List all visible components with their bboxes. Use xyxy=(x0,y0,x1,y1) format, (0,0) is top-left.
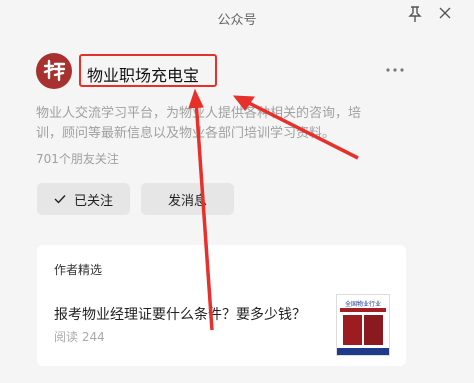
window-title: 公众号 xyxy=(217,13,257,28)
more-icon[interactable] xyxy=(385,66,405,74)
send-message-button[interactable]: 发消息 xyxy=(141,183,234,215)
check-icon xyxy=(54,195,66,204)
article-thumbnail[interactable]: 全国物业行业 xyxy=(336,294,390,356)
account-description: 物业人交流学习平台，为物业人提供各种相关的咨询，培训，顾问等最新信息以及物业各部… xyxy=(36,106,362,141)
thumbnail-footer xyxy=(337,348,389,355)
followed-button-label: 已关注 xyxy=(73,193,113,209)
thumbnail-band xyxy=(340,308,386,312)
article-title[interactable]: 报考物业经理证要什么条件？要多少钱？ xyxy=(54,304,306,324)
thumbnail-title: 全国物业行业 xyxy=(344,301,381,308)
close-icon[interactable] xyxy=(438,6,452,20)
pin-icon[interactable] xyxy=(408,5,422,23)
account-name[interactable]: 物业职场充电宝 xyxy=(87,62,199,86)
avatar-logo-icon xyxy=(43,59,66,82)
thumbnail-book xyxy=(343,315,362,345)
article-reads: 阅读 244 xyxy=(54,330,105,344)
thumbnail-book xyxy=(364,315,383,345)
send-message-label: 发消息 xyxy=(167,193,207,209)
followers-count: 701个朋友关注 xyxy=(36,152,119,166)
followed-button[interactable]: 已关注 xyxy=(37,183,130,215)
avatar[interactable] xyxy=(36,53,72,89)
featured-card: 作者精选 报考物业经理证要什么条件？要多少钱？ 阅读 244 全国物业行业 xyxy=(37,245,406,366)
featured-heading: 作者精选 xyxy=(54,263,103,277)
